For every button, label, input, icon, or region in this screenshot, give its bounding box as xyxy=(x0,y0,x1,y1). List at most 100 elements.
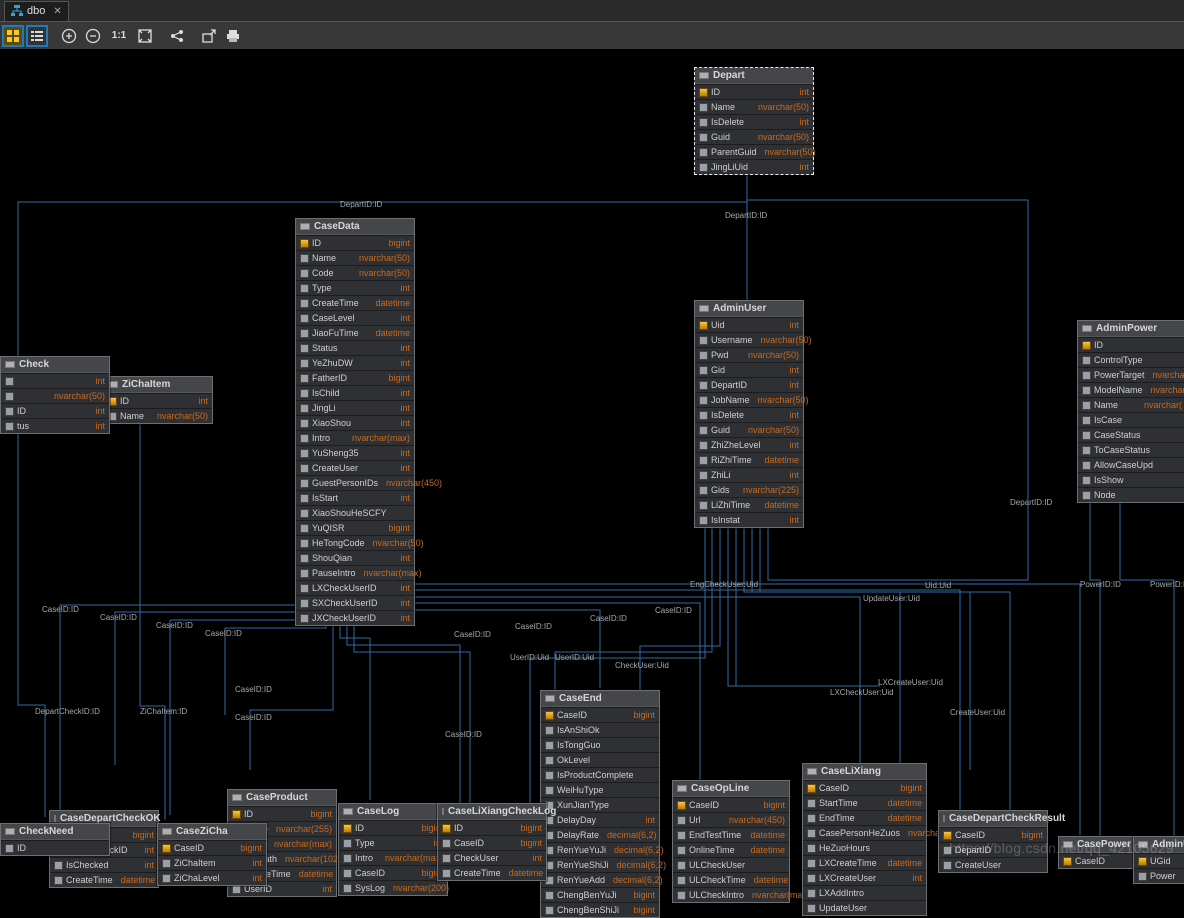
table-row[interactable]: CaseStatus xyxy=(1078,427,1184,442)
table-caselixiang[interactable]: CaseLiXiangCaseIDbigintStartTimedatetime… xyxy=(802,763,927,916)
table-row[interactable]: Typeint xyxy=(339,835,447,850)
table-row[interactable]: LXAddIntro xyxy=(803,885,926,900)
table-row[interactable]: Namenvarchar( xyxy=(1078,397,1184,412)
table-row[interactable]: FatherIDbigint xyxy=(296,370,414,385)
table-row[interactable]: Namenvarchar(50) xyxy=(104,408,212,423)
table-row[interactable]: IsChildint xyxy=(296,385,414,400)
table-row[interactable]: HeTongCodenvarchar(50) xyxy=(296,535,414,550)
table-row[interactable]: XiaoShouint xyxy=(296,415,414,430)
table-check-partial[interactable]: Checkintnvarchar(50)IDinttusint xyxy=(0,356,110,434)
table-row[interactable]: ModelNamenvarchar( xyxy=(1078,382,1184,397)
table-row[interactable]: IsShow xyxy=(1078,472,1184,487)
table-row[interactable]: IsDeleteint xyxy=(695,407,803,422)
table-caseopline[interactable]: CaseOpLineCaseIDbigintUrlnvarchar(450)En… xyxy=(672,780,790,903)
table-row[interactable]: Usernamenvarchar(50) xyxy=(695,332,803,347)
table-row[interactable]: Intronvarchar(max) xyxy=(339,850,447,865)
table-row[interactable]: YuQISRbigint xyxy=(296,520,414,535)
table-row[interactable]: Typeint xyxy=(296,280,414,295)
zoom-in-icon[interactable] xyxy=(58,25,80,47)
table-row[interactable]: nvarchar(50) xyxy=(1,388,109,403)
table-row[interactable]: RenYueShiJidecimal(6,2) xyxy=(541,857,659,872)
table-row[interactable]: ULCheckUser xyxy=(673,857,789,872)
table-row[interactable]: IsCheckedint xyxy=(50,857,158,872)
table-row[interactable]: WeiHuType xyxy=(541,782,659,797)
table-row[interactable]: CaseIDbigint xyxy=(339,865,447,880)
table-row[interactable]: RenYueYuJidecimal(6,2) xyxy=(541,842,659,857)
table-row[interactable]: Gidsnvarchar(225) xyxy=(695,482,803,497)
table-row[interactable]: AllowCaseUpd xyxy=(1078,457,1184,472)
table-depart[interactable]: DepartIDintNamenvarchar(50)IsDeleteintGu… xyxy=(694,67,814,175)
table-row[interactable]: ULCheckIntronvarchar(max) xyxy=(673,887,789,902)
table-row[interactable]: ULCheckTimedatetime xyxy=(673,872,789,887)
table-row[interactable]: CasePersonHeZuosnvarchar(450) xyxy=(803,825,926,840)
table-row[interactable]: CreateTimedatetime xyxy=(296,295,414,310)
table-row[interactable]: ZhiZheLevelint xyxy=(695,437,803,452)
layout-list-icon[interactable] xyxy=(26,25,48,47)
print-icon[interactable] xyxy=(222,25,244,47)
table-row[interactable]: int xyxy=(1,373,109,388)
table-row[interactable]: CaseIDbigint xyxy=(541,707,659,722)
table-row[interactable]: IDbigint xyxy=(228,806,336,821)
table-row[interactable]: IsDeleteint xyxy=(695,114,813,129)
table-row[interactable]: DelayDayint xyxy=(541,812,659,827)
table-row[interactable]: CreateUser xyxy=(939,857,1047,872)
table-row[interactable]: tusint xyxy=(1,418,109,433)
diagram-canvas[interactable]: DepartID:ID DepartID:ID DepartID:ID Case… xyxy=(0,50,1184,866)
table-row[interactable]: DelayRatedecimal(6,2) xyxy=(541,827,659,842)
table-row[interactable]: StartTimedatetime xyxy=(803,795,926,810)
table-row[interactable]: DepartIDint xyxy=(695,377,803,392)
table-row[interactable]: HeZuoHours xyxy=(803,840,926,855)
table-caselixiangchecklog[interactable]: CaseLiXiangCheckLogIDbigintCaseIDbigintC… xyxy=(437,803,547,881)
table-row[interactable]: IsCase xyxy=(1078,412,1184,427)
table-row[interactable]: Uidint xyxy=(695,317,803,332)
table-casezicha[interactable]: CaseZiChaCaseIDbigintZiChaItemintZiChaLe… xyxy=(157,823,267,886)
table-zichaitem[interactable]: ZiChaItemIDintNamenvarchar(50) xyxy=(103,376,213,424)
table-row[interactable]: YuSheng35int xyxy=(296,445,414,460)
table-row[interactable]: Urlnvarchar(450) xyxy=(673,812,789,827)
table-row[interactable]: JiaoFuTimedatetime xyxy=(296,325,414,340)
table-row[interactable]: JXCheckUserIDint xyxy=(296,610,414,625)
table-row[interactable]: XunJianType xyxy=(541,797,659,812)
table-row[interactable]: IsProductComplete xyxy=(541,767,659,782)
table-row[interactable]: OkLevel xyxy=(541,752,659,767)
table-row[interactable]: PauseIntronvarchar(max) xyxy=(296,565,414,580)
table-row[interactable]: ID xyxy=(1,840,109,855)
table-row[interactable]: IDint xyxy=(1,403,109,418)
table-adminuser[interactable]: AdminUserUidintUsernamenvarchar(50)Pwdnv… xyxy=(694,300,804,528)
table-row[interactable]: CreateTimedatetime xyxy=(438,865,546,880)
table-row[interactable]: CaseIDbigint xyxy=(158,840,266,855)
table-row[interactable]: GuestPersonIDsnvarchar(450) xyxy=(296,475,414,490)
zoom-out-icon[interactable] xyxy=(82,25,104,47)
table-row[interactable]: CheckUserint xyxy=(438,850,546,865)
table-checkneed[interactable]: CheckNeedID xyxy=(0,823,110,856)
table-row[interactable]: EndTimedatetime xyxy=(803,810,926,825)
table-row[interactable]: CaseIDbigint xyxy=(673,797,789,812)
table-row[interactable]: JobNamenvarchar(50) xyxy=(695,392,803,407)
table-row[interactable]: ShouQianint xyxy=(296,550,414,565)
table-row[interactable]: IDint xyxy=(104,393,212,408)
table-caseend[interactable]: CaseEndCaseIDbigintIsAnShiOkIsTongGuoOkL… xyxy=(540,690,660,918)
table-row[interactable]: Gidint xyxy=(695,362,803,377)
table-row[interactable]: ChengBenYuJibigint xyxy=(541,887,659,902)
close-icon[interactable]: ✕ xyxy=(53,6,61,17)
table-row[interactable]: ToCaseStatus xyxy=(1078,442,1184,457)
table-row[interactable]: ParentGuidnvarchar(50) xyxy=(695,144,813,159)
table-row[interactable]: ID xyxy=(1078,337,1184,352)
table-row[interactable]: RenYueAdddecimal(6,2) xyxy=(541,872,659,887)
table-row[interactable]: JingLiUidint xyxy=(695,159,813,174)
table-row[interactable]: JingLiint xyxy=(296,400,414,415)
table-row[interactable]: IsAnShiOk xyxy=(541,722,659,737)
table-row[interactable]: CaseIDbigint xyxy=(803,780,926,795)
export-icon[interactable] xyxy=(198,25,220,47)
table-row[interactable]: Power xyxy=(1134,868,1184,883)
table-row[interactable]: IsInstatint xyxy=(695,512,803,527)
table-row[interactable]: Namenvarchar(50) xyxy=(296,250,414,265)
table-row[interactable]: IDbigint xyxy=(296,235,414,250)
table-row[interactable]: SysLognvarchar(200) xyxy=(339,880,447,895)
table-row[interactable]: ControlType xyxy=(1078,352,1184,367)
table-row[interactable]: IsStartint xyxy=(296,490,414,505)
table-row[interactable]: Namenvarchar(50) xyxy=(695,99,813,114)
zoom-11-icon[interactable]: 1:1 xyxy=(106,25,132,47)
table-row[interactable]: Guidnvarchar(50) xyxy=(695,422,803,437)
table-row[interactable]: ChengBenShiJibigint xyxy=(541,902,659,917)
